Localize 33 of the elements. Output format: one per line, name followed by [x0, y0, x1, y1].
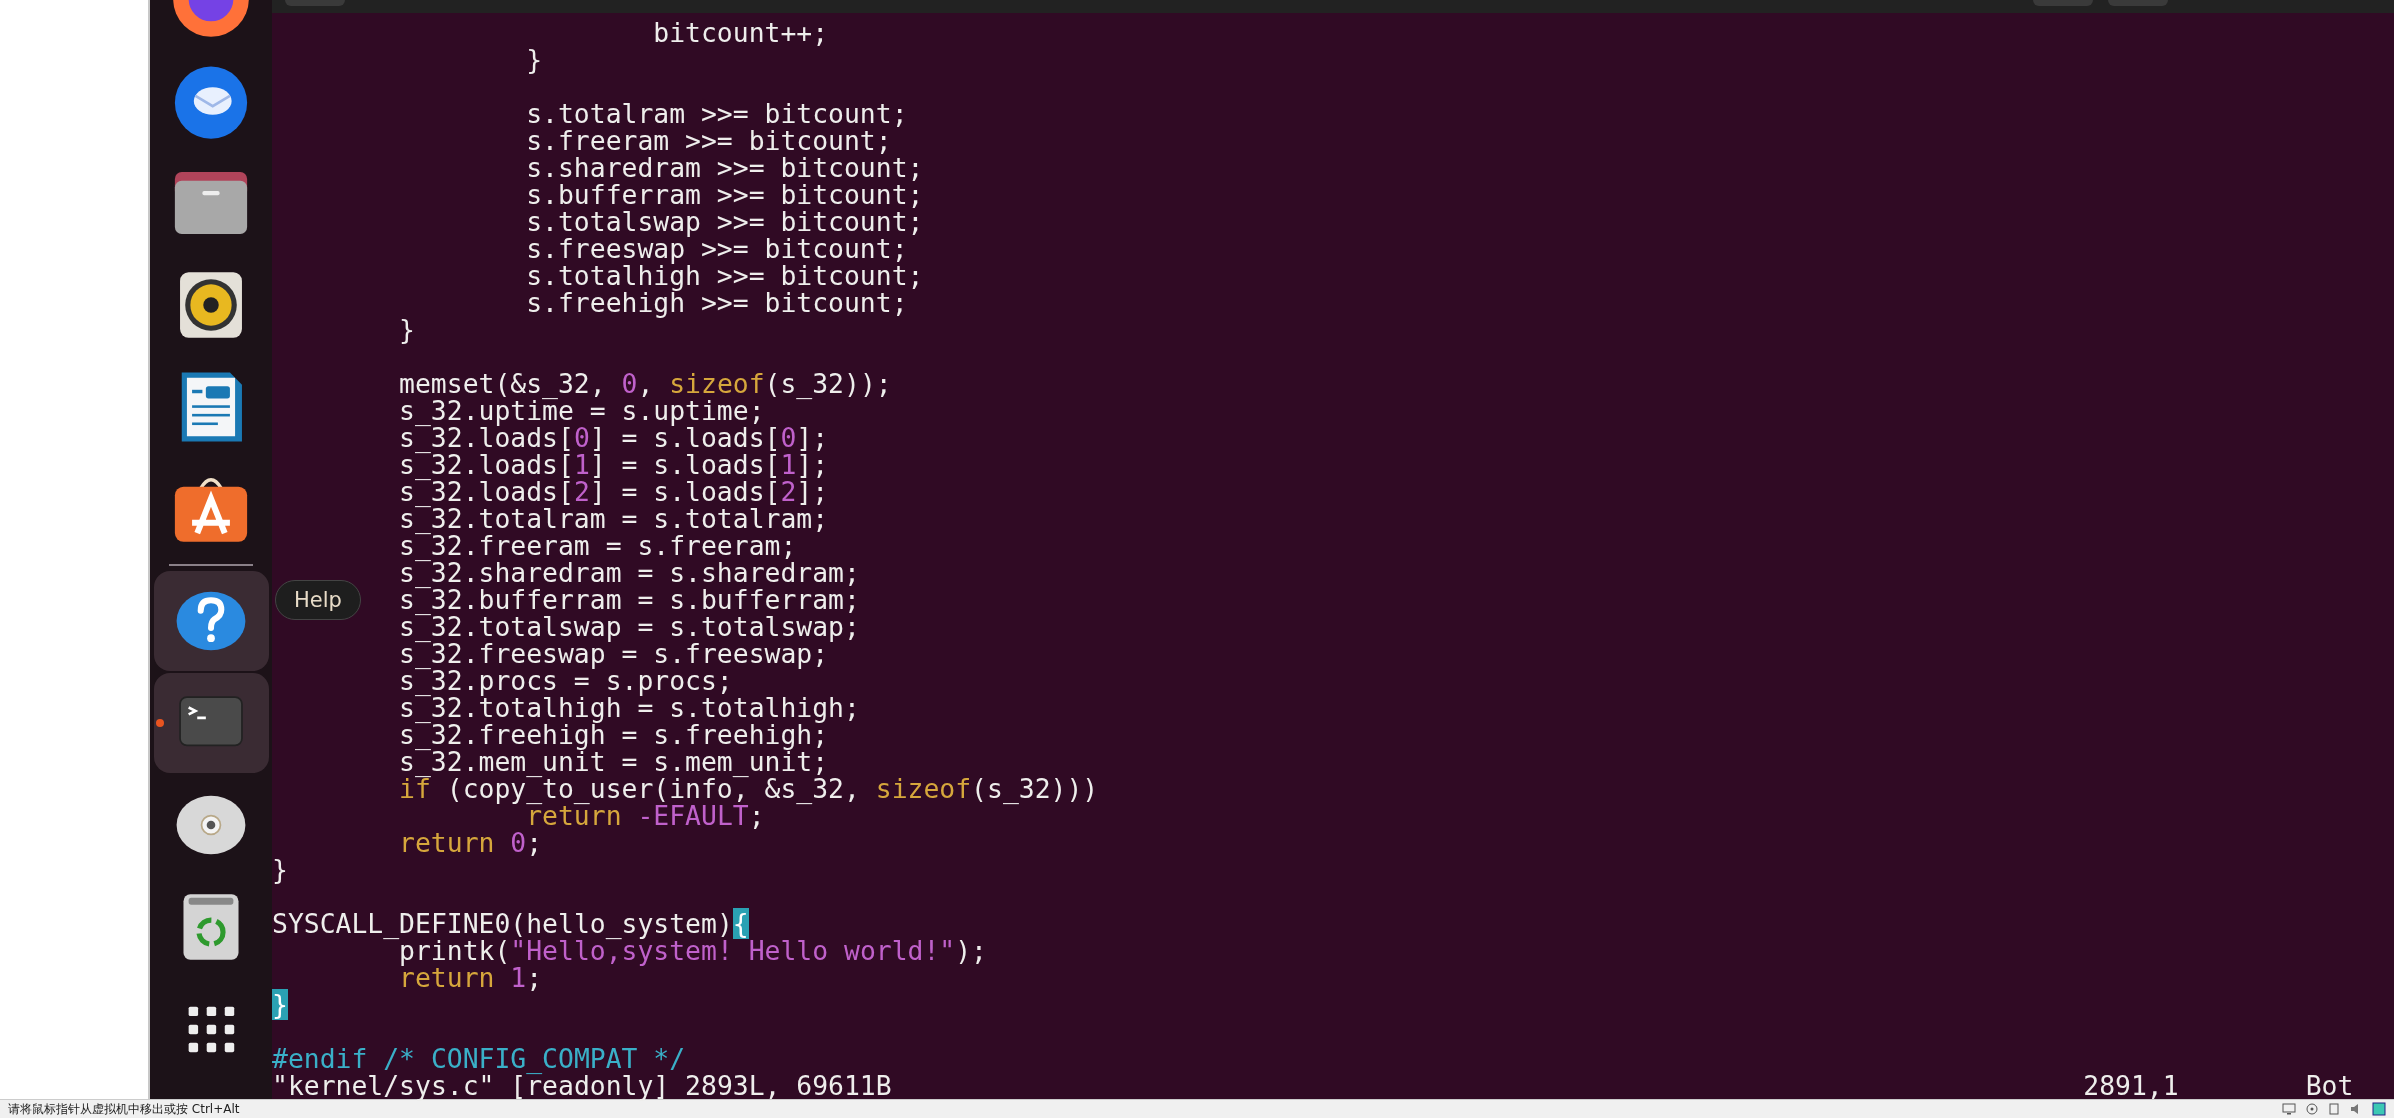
file-info: "kernel/sys.c" [readonly] 2893L, 69611B [272, 1072, 893, 1099]
code-line: s_32.totalram = s.totalram; [399, 505, 829, 532]
code-line: s.totalram >>= bitcount; [526, 100, 908, 127]
code-line: s_32.loads[2] = s.loads[2]; [399, 478, 829, 505]
code-line: if (copy_to_user(info, &s_32, sizeof(s_32))) [399, 775, 1099, 802]
drive-icon [2328, 1103, 2340, 1115]
code-line: s.freeram >>= bitcount; [526, 127, 892, 154]
code-line: return 0; [399, 829, 543, 856]
scroll-position: Bot [2305, 1072, 2355, 1099]
code-line: s_32.sharedram = s.sharedram; [399, 559, 860, 586]
cursor-position: 2891,1 [2083, 1072, 2180, 1099]
dock-item[interactable] [153, 571, 269, 671]
code-line: s_32.uptime = s.uptime; [399, 397, 765, 424]
code-line: s_32.totalswap = s.totalswap; [399, 613, 860, 640]
code-line: } [399, 316, 415, 343]
code-line: } [272, 856, 288, 883]
square-icon [2372, 1102, 2386, 1116]
code-line: #endif /* CONFIG_COMPAT */ [272, 1045, 686, 1072]
code-line: bitcount++; [653, 19, 829, 46]
code-line: s.sharedram >>= bitcount; [526, 154, 924, 181]
code-line: s.bufferram >>= bitcount; [526, 181, 924, 208]
code-line: s.totalswap >>= bitcount; [526, 208, 924, 235]
code-line: } [526, 46, 543, 73]
disc-icon [2306, 1103, 2318, 1115]
tooltip: Help [275, 580, 361, 620]
code-line: s_32.bufferram = s.bufferram; [399, 586, 860, 613]
code-line: s_32.loads[1] = s.loads[1]; [399, 451, 829, 478]
code-line: SYSCALL_DEFINE0(hello_system){ [272, 910, 749, 937]
code-line: memset(&s_32, 0, sizeof(s_32)); [399, 370, 892, 397]
code-line: return -EFAULT; [526, 802, 765, 829]
host-status-message: 请将鼠标指针从虚拟机中移出或按 Ctrl+Alt [8, 1100, 240, 1118]
monitor-icon [2282, 1103, 2296, 1115]
code-line: s_32.freeram = s.freeram; [399, 532, 797, 559]
